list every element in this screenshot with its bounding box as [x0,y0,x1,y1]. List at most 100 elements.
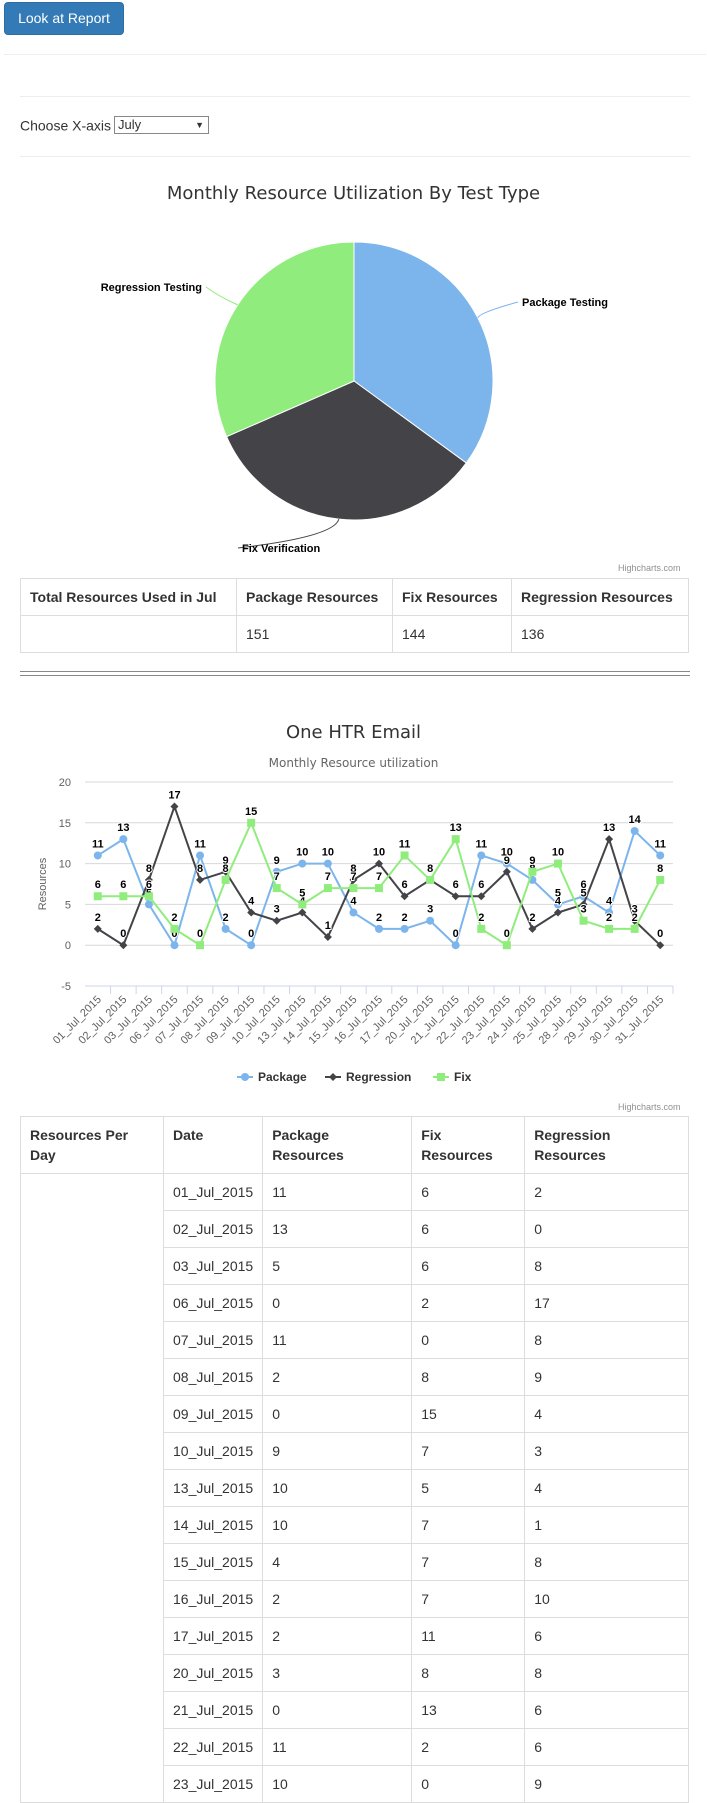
regression-point [605,835,614,844]
regression-data-label: 6 [402,879,408,891]
line-chart-subtitle: Monthly Resource utilization [268,756,439,770]
summary-cell: 144 [392,615,512,653]
fix-data-label: 13 [450,822,462,834]
regression-cell: 0 [524,1210,689,1248]
summary-table: Total Resources Used in Jul Package Reso… [20,578,689,653]
xaxis-select[interactable]: July ▼ [114,116,210,135]
package-point [477,851,486,860]
package-point [196,851,205,860]
package-data-label: 0 [248,928,254,940]
package-cell: 5 [262,1247,413,1285]
fix-cell: 2 [411,1728,526,1766]
package-point [375,924,383,933]
fix-data-label: 5 [299,887,305,899]
xaxis-selected-value: July [118,117,142,133]
summary-header: Regression Resources [511,578,689,616]
package-cell: 13 [262,1210,413,1248]
regression-data-label: 1 [325,920,331,932]
package-point [400,924,409,933]
regression-cell: 6 [524,1728,689,1766]
package-data-label: 11 [654,838,666,850]
date-cell: 01_Jul_2015 [162,1173,264,1211]
date-cell: 08_Jul_2015 [162,1358,264,1396]
fix-data-label: 2 [606,912,612,924]
fix-point [144,892,153,901]
daily-header: Resources Per Day [20,1116,164,1174]
package-point [221,924,230,933]
section-separator [20,671,690,676]
divider [20,96,690,97]
package-point [93,851,102,860]
fix-point [196,941,205,950]
summary-header: Package Resources [236,578,393,616]
package-point [323,859,332,868]
line-credits: Highcharts.com [618,1102,681,1112]
regression-data-label: 2 [95,912,101,924]
fix-point [528,867,537,876]
fix-cell: 6 [411,1247,526,1285]
fix-point [579,916,588,925]
summary-header: Total Resources Used in Jul [20,578,237,616]
package-cell: 0 [262,1284,413,1322]
package-data-label: 11 [92,838,104,850]
package-cell: 11 [262,1728,413,1766]
date-cell: 03_Jul_2015 [162,1247,264,1285]
fix-cell: 11 [411,1617,526,1655]
daily-header: Package Resources [262,1116,413,1174]
regression-cell: 9 [524,1358,689,1396]
pie-label: Regression Testing [101,282,202,294]
regression-cell: 4 [524,1469,689,1507]
line-chart-title: One HTR Email [285,722,422,743]
fix-data-label: 2 [478,912,484,924]
regression-cell: 2 [524,1173,689,1211]
date-cell: 20_Jul_2015 [162,1654,264,1692]
y-axis-label: Resources [37,857,49,910]
package-data-label: 2 [402,912,408,924]
look-at-report-button[interactable]: Look at Report [4,2,124,35]
fix-data-label: 0 [504,928,510,940]
fix-point [93,892,102,901]
y-tick-label: 10 [59,859,71,871]
regression-data-label: 0 [120,928,126,940]
fix-point [323,884,332,893]
pie-label: Package Testing [522,297,608,309]
regression-cell: 4 [524,1395,689,1433]
date-cell: 21_Jul_2015 [162,1691,264,1729]
fix-point [477,924,486,933]
regression-data-label: 6 [453,879,459,891]
fix-point [298,900,307,909]
regression-point [196,875,205,884]
date-cell: 23_Jul_2015 [162,1765,264,1803]
package-data-label: 11 [475,838,487,850]
package-data-label: 2 [376,912,382,924]
fix-data-label: 6 [95,879,101,891]
y-tick-label: -5 [61,981,71,993]
table-row: 151 144 136 [20,615,689,653]
summary-cell: 151 [236,615,393,653]
date-cell: 10_Jul_2015 [162,1432,264,1470]
fix-point [375,884,383,893]
regression-data-label: 10 [373,847,385,859]
regression-cell: 8 [524,1654,689,1692]
legend-label: Fix [454,1070,472,1084]
regression-cell: 8 [524,1543,689,1581]
package-data-label: 0 [453,928,459,940]
fix-data-label: 11 [399,838,411,850]
package-cell: 2 [262,1617,413,1655]
divider [20,156,690,157]
regression-data-label: 6 [478,879,484,891]
package-point [656,851,665,860]
fix-cell: 7 [411,1543,526,1581]
fix-data-label: 2 [171,912,177,924]
fix-data-label: 7 [274,871,280,883]
package-cell: 2 [262,1580,413,1618]
fix-data-label: 6 [120,879,126,891]
regression-point [170,802,179,811]
pie-chart-title: Monthly Resource Utilization By Test Typ… [166,183,541,204]
regression-data-label: 4 [555,896,562,908]
fix-cell: 7 [411,1580,526,1618]
package-data-label: 11 [194,838,206,850]
regression-cell: 3 [524,1432,689,1470]
package-data-label: 3 [427,904,433,916]
fix-cell: 8 [411,1358,526,1396]
